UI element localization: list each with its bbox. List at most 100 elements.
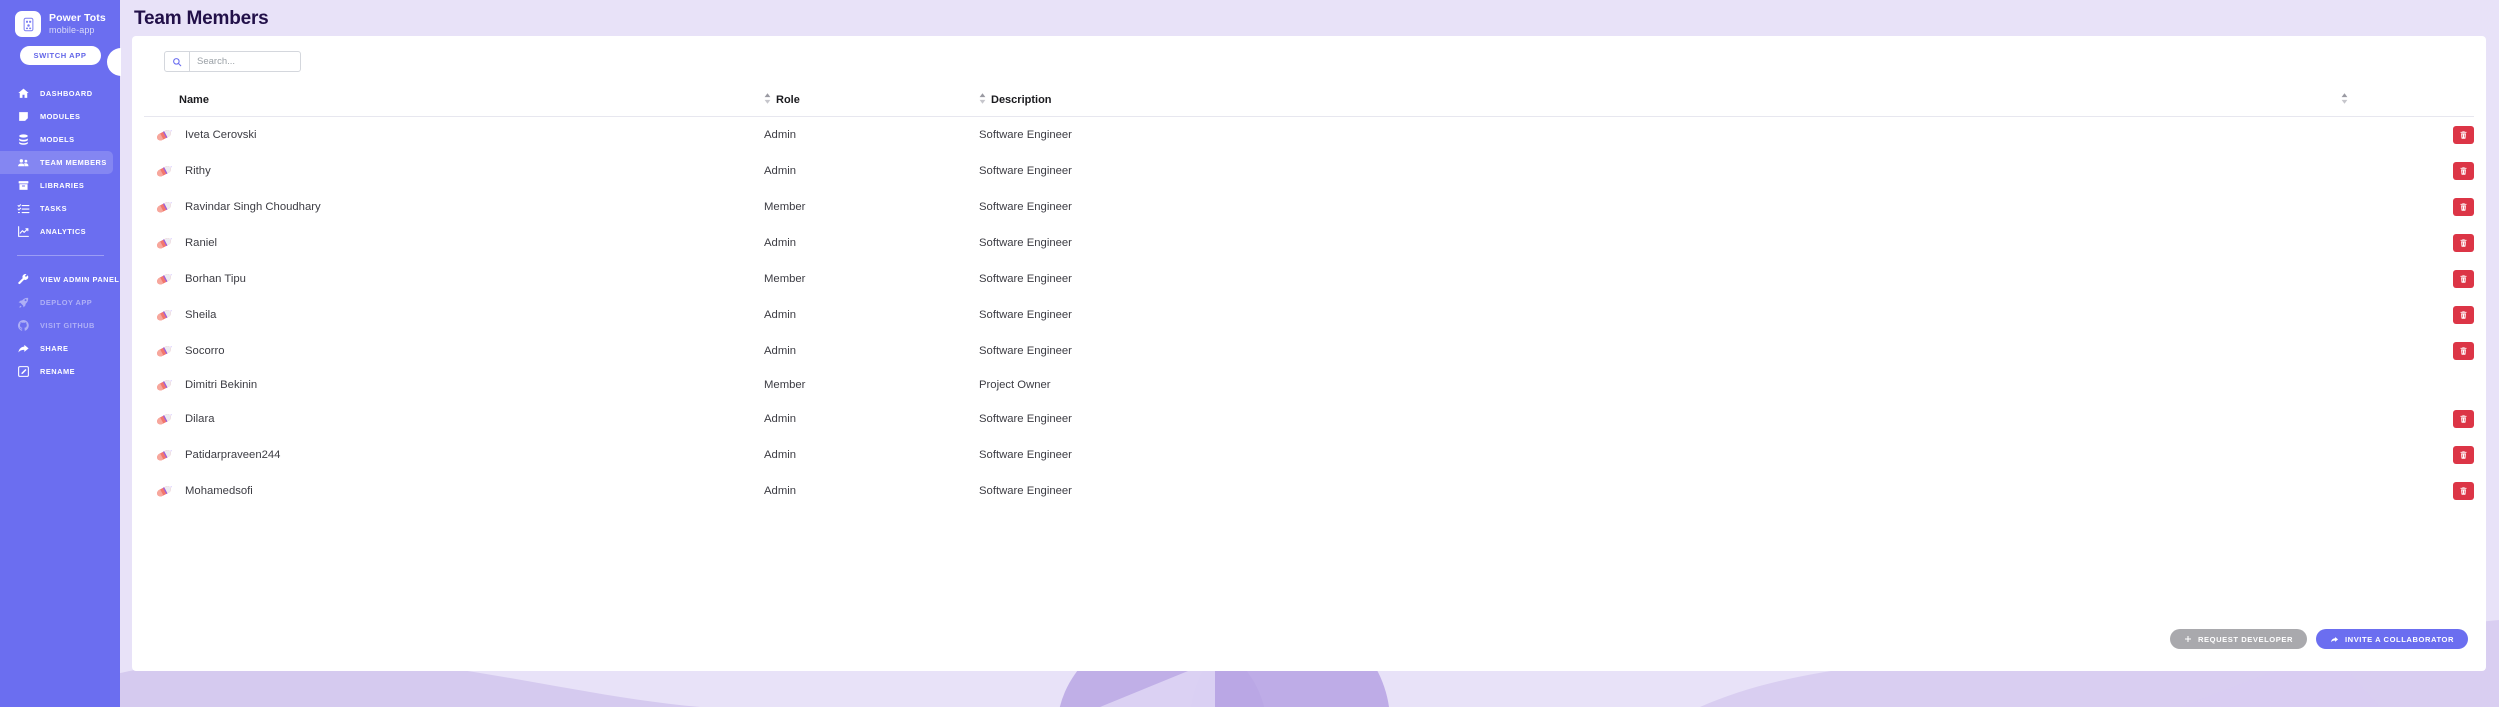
- trash-icon: [2460, 311, 2467, 319]
- cell-name: Patidarpraveen244: [144, 437, 764, 473]
- trash-icon: [2460, 131, 2467, 139]
- cell-role: Admin: [764, 225, 979, 261]
- sidebar-item-deploy-app[interactable]: DEPLOY APP: [0, 291, 113, 314]
- cell-actions: [2109, 473, 2474, 509]
- cell-description: Software Engineer: [979, 437, 2109, 473]
- sort-icon[interactable]: [2341, 93, 2348, 107]
- member-name: Iveta Cerovski: [185, 129, 257, 141]
- cell-actions: [2109, 225, 2474, 261]
- sidebar-item-visit-github[interactable]: VISIT GITHUB: [0, 314, 113, 337]
- sidebar-item-view-admin-panel[interactable]: VIEW ADMIN PANEL: [0, 268, 119, 291]
- rocket-avatar-icon: [157, 345, 172, 357]
- cell-actions: [2109, 401, 2474, 437]
- search-box[interactable]: [164, 51, 301, 72]
- member-name: Borhan Tipu: [185, 273, 246, 285]
- sidebar-item-share[interactable]: SHARE: [0, 337, 113, 360]
- member-role: Admin: [764, 413, 797, 425]
- sidebar-item-tasks[interactable]: TASKS: [0, 197, 113, 220]
- delete-member-button[interactable]: [2453, 126, 2474, 144]
- delete-member-button[interactable]: [2453, 306, 2474, 324]
- cell-role: Admin: [764, 437, 979, 473]
- sort-icon[interactable]: [979, 93, 986, 107]
- main-content: Team Members Name: [120, 0, 2499, 707]
- sidebar-item-rename[interactable]: RENAME: [0, 360, 113, 383]
- cell-description: Software Engineer: [979, 153, 2109, 189]
- member-name: Ravindar Singh Choudhary: [185, 201, 321, 213]
- delete-member-button[interactable]: [2453, 446, 2474, 464]
- switch-app-button[interactable]: SWITCH APP: [19, 46, 101, 65]
- trash-icon: [2460, 347, 2467, 355]
- delete-member-button[interactable]: [2453, 270, 2474, 288]
- member-role: Admin: [764, 237, 797, 249]
- member-description: Software Engineer: [979, 165, 1072, 177]
- sidebar-item-analytics[interactable]: ANALYTICS: [0, 220, 113, 243]
- delete-member-button[interactable]: [2453, 410, 2474, 428]
- member-role: Admin: [764, 165, 797, 177]
- cell-description: Software Engineer: [979, 297, 2109, 333]
- cell-description: Software Engineer: [979, 189, 2109, 225]
- sidebar-item-label: SHARE: [40, 344, 69, 353]
- cell-name: Raniel: [144, 225, 764, 261]
- table-row: Iveta Cerovski Admin Software Engineer: [144, 117, 2474, 154]
- delete-member-button[interactable]: [2453, 234, 2474, 252]
- sidebar-item-label: RENAME: [40, 367, 76, 376]
- cell-role: Member: [764, 189, 979, 225]
- sidebar-item-label: ANALYTICS: [40, 227, 87, 236]
- delete-member-button[interactable]: [2453, 198, 2474, 216]
- rocket-icon: [17, 296, 30, 309]
- cell-role: Admin: [764, 153, 979, 189]
- column-header-actions[interactable]: [2109, 87, 2474, 117]
- share-icon: [17, 342, 30, 355]
- share-icon: [2330, 635, 2339, 644]
- table-body: Iveta Cerovski Admin Software Engineer R…: [144, 117, 2474, 510]
- models-icon: [17, 133, 30, 146]
- sidebar-item-team-members[interactable]: TEAM MEMBERS: [0, 151, 113, 174]
- app-name: Power Tots: [49, 12, 106, 25]
- invite-collaborator-button[interactable]: INVITE A COLLABORATOR: [2316, 629, 2468, 649]
- sidebar-item-libraries[interactable]: LIBRARIES: [0, 174, 113, 197]
- cell-role: Member: [764, 261, 979, 297]
- table-row: Borhan Tipu Member Software Engineer: [144, 261, 2474, 297]
- rocket-avatar-icon: [157, 201, 172, 213]
- cell-actions: [2109, 333, 2474, 369]
- delete-member-button[interactable]: [2453, 162, 2474, 180]
- table-row: Rithy Admin Software Engineer: [144, 153, 2474, 189]
- sidebar-item-dashboard[interactable]: DASHBOARD: [0, 82, 113, 105]
- sort-icon[interactable]: [764, 93, 771, 107]
- request-developer-label: REQUEST DEVELOPER: [2197, 634, 2293, 644]
- sidebar-secondary-nav: VIEW ADMIN PANEL DEPLOY APP VISIT GITHUB: [0, 268, 120, 383]
- member-description: Software Engineer: [979, 309, 1072, 321]
- cell-role: Admin: [764, 117, 979, 154]
- sidebar-item-models[interactable]: MODELS: [0, 128, 113, 151]
- rocket-avatar-icon: [157, 309, 172, 321]
- cell-role: Admin: [764, 297, 979, 333]
- sidebar-item-modules[interactable]: MODULES: [0, 105, 113, 128]
- cell-actions: [2109, 117, 2474, 154]
- table-row: Sheila Admin Software Engineer: [144, 297, 2474, 333]
- request-developer-button[interactable]: REQUEST DEVELOPER: [2169, 629, 2307, 649]
- trash-icon: [2460, 203, 2467, 211]
- cell-description: Software Engineer: [979, 401, 2109, 437]
- chart-icon: [17, 225, 30, 238]
- github-icon: [17, 319, 30, 332]
- brand[interactable]: Power Tots mobile-app: [0, 0, 120, 37]
- cell-name: Dilara: [144, 401, 764, 437]
- column-header-label: Description: [991, 94, 1052, 106]
- cell-actions: [2109, 369, 2474, 401]
- column-header-name[interactable]: Name: [144, 87, 764, 117]
- search-input[interactable]: [190, 52, 300, 71]
- trash-icon: [2460, 239, 2467, 247]
- member-description: Software Engineer: [979, 449, 1072, 461]
- delete-member-button[interactable]: [2453, 342, 2474, 360]
- sidebar-item-label: DASHBOARD: [40, 89, 93, 98]
- cell-name: Dimitri Bekinin: [144, 369, 764, 401]
- delete-member-button[interactable]: [2453, 482, 2474, 500]
- member-name: Dilara: [185, 413, 215, 425]
- table-row: Ravindar Singh Choudhary Member Software…: [144, 189, 2474, 225]
- column-header-role[interactable]: Role: [764, 87, 979, 117]
- member-description: Software Engineer: [979, 485, 1072, 497]
- sidebar: Power Tots mobile-app SWITCH APP DASHBOA…: [0, 0, 121, 707]
- table-row: Patidarpraveen244 Admin Software Enginee…: [144, 437, 2474, 473]
- home-icon: [17, 87, 30, 100]
- column-header-description[interactable]: Description: [979, 87, 2109, 117]
